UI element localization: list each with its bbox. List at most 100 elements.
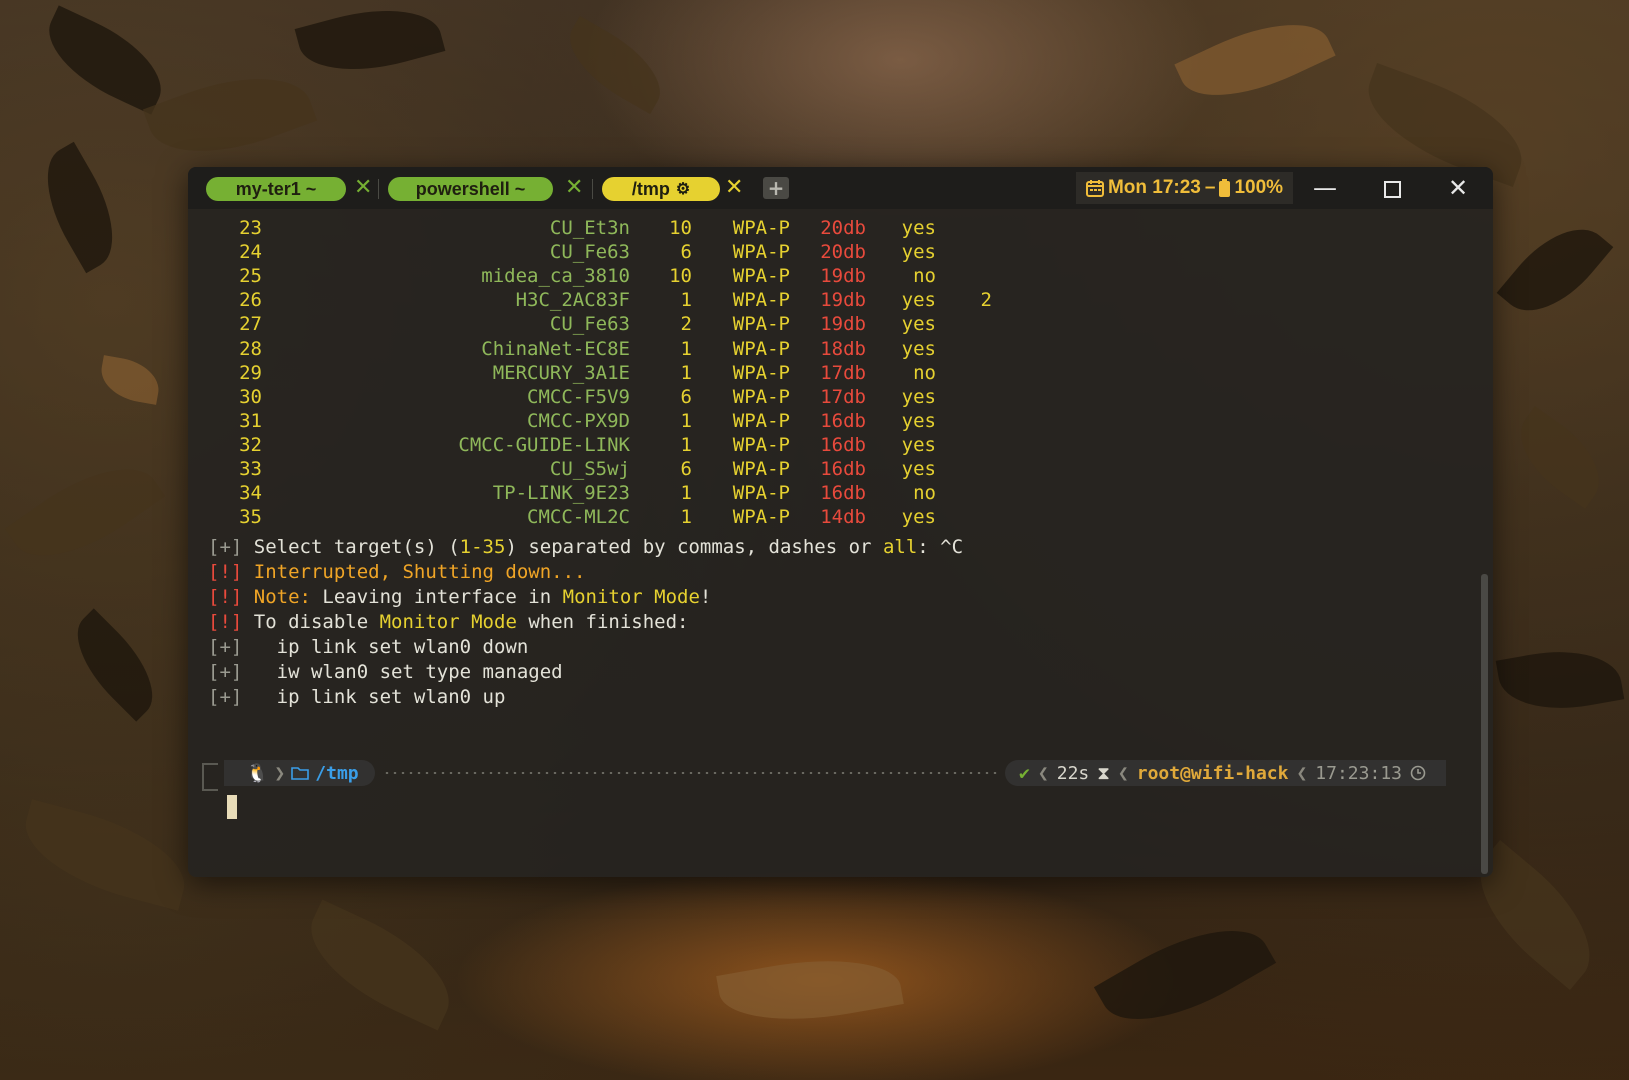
network-row: 28 ChinaNet-EC8E 1 WPA-P 18db yes bbox=[188, 338, 1493, 363]
network-ssid: H3C_2AC83F bbox=[515, 289, 630, 312]
network-number: 35 bbox=[239, 506, 262, 529]
network-number: 33 bbox=[239, 458, 262, 480]
network-number: 26 bbox=[239, 289, 262, 312]
maximize-icon bbox=[1383, 180, 1401, 198]
line-prefix: [!] bbox=[208, 611, 243, 633]
prompt-right-segment: ✔ ❮ 22s ⧗ ❮ root@wifi-hack ❮ 17:23:13 bbox=[1005, 760, 1446, 786]
line-text: Interrupted, Shutting down... bbox=[242, 561, 586, 583]
disable-line: [!] To disable Monitor Mode when finishe… bbox=[208, 611, 688, 633]
network-row: 31 CMCC-PX9D 1 WPA-P 16db yes bbox=[188, 410, 1493, 435]
clock-text: Mon 17:23 bbox=[1107, 177, 1201, 198]
tab-close-icon[interactable]: ✕ bbox=[725, 175, 743, 201]
network-number: 25 bbox=[239, 265, 262, 288]
line-prefix: [+] bbox=[208, 686, 243, 708]
new-tab-button[interactable]: + bbox=[763, 177, 789, 199]
all-keyword: all bbox=[882, 536, 918, 558]
wallpaper-leaf bbox=[1496, 208, 1614, 332]
tab-close-icon[interactable]: ✕ bbox=[565, 175, 583, 201]
tab-tmp[interactable]: /tmp ⚙ bbox=[602, 177, 720, 201]
wallpaper-leaf bbox=[58, 608, 172, 722]
network-row: 29 MERCURY_3A1E 1 WPA-P 17db no bbox=[188, 362, 1493, 387]
wallpaper-leaf bbox=[96, 355, 164, 405]
network-wps: yes bbox=[901, 458, 936, 480]
terminal-scrollbar[interactable] bbox=[1481, 574, 1488, 874]
network-wps: yes bbox=[901, 385, 936, 408]
battery-text: 100% bbox=[1234, 177, 1284, 198]
chevron-right-icon: ❯ bbox=[274, 762, 286, 784]
network-row: 35 CMCC-ML2C 1 WPA-P 14db yes bbox=[188, 506, 1493, 531]
minimize-button[interactable]: — bbox=[1305, 173, 1345, 203]
gear-icon: ⚙ bbox=[675, 181, 691, 198]
tab-close-icon[interactable]: ✕ bbox=[354, 175, 372, 201]
check-icon: ✔ bbox=[1019, 762, 1030, 784]
network-row: 23 CU_Et3n 10 WPA-P 20db yes bbox=[188, 217, 1493, 242]
line-text: when finished: bbox=[516, 611, 689, 633]
wallpaper-leaf bbox=[1503, 406, 1617, 509]
command-text: ip link set wlan0 up bbox=[242, 686, 506, 708]
network-ssid: CMCC-F5V9 bbox=[527, 385, 630, 408]
wallpaper-leaf bbox=[554, 15, 676, 115]
network-ssid: midea_ca_3810 bbox=[481, 265, 630, 288]
wallpaper-leaf bbox=[716, 944, 904, 1036]
network-ssid: CU_S5wj bbox=[549, 458, 630, 480]
terminal-cursor[interactable] bbox=[227, 795, 237, 819]
chevron-left-icon: ❮ bbox=[1037, 762, 1049, 784]
network-ssid: MERCURY_3A1E bbox=[492, 361, 630, 384]
prompt-time: 17:23:13 bbox=[1315, 762, 1402, 784]
close-window-button[interactable]: ✕ bbox=[1438, 173, 1478, 203]
network-ssid: CMCC-ML2C bbox=[527, 506, 630, 529]
interrupted-line: [!] Interrupted, Shutting down... bbox=[208, 561, 586, 583]
network-number: 34 bbox=[239, 482, 262, 505]
range-text: 1-35 bbox=[459, 536, 506, 558]
line-prefix: [+] bbox=[208, 536, 243, 558]
line-prefix: [+] bbox=[208, 661, 243, 683]
network-clients: 2 bbox=[980, 289, 992, 312]
prompt-left-segment: 🐧 ❯ /tmp bbox=[224, 760, 375, 786]
network-row: 33 CU_S5wj 6 WPA-P 16db yes bbox=[188, 458, 1493, 483]
wallpaper-leaf bbox=[294, 0, 446, 88]
network-ssid: CMCC-GUIDE-LINK bbox=[458, 433, 630, 456]
tab-my-ter1[interactable]: my-ter1 ~ bbox=[206, 177, 346, 201]
chevron-left-icon: ❮ bbox=[1117, 762, 1129, 784]
network-row: 25 midea_ca_3810 10 WPA-P 19db no bbox=[188, 265, 1493, 290]
line-text: To disable bbox=[242, 611, 380, 633]
network-wps: no bbox=[913, 361, 936, 384]
folder-icon bbox=[291, 767, 310, 780]
wallpaper-leaf bbox=[4, 442, 166, 583]
maximize-button[interactable] bbox=[1372, 173, 1412, 203]
network-number: 27 bbox=[239, 313, 262, 336]
battery-icon bbox=[1219, 179, 1231, 197]
network-row: 34 TP-LINK_9E23 1 WPA-P 16db no bbox=[188, 482, 1493, 507]
network-wps: yes bbox=[901, 433, 936, 456]
network-wps: yes bbox=[901, 506, 936, 529]
mode-text: Monitor Mode bbox=[562, 586, 700, 608]
linux-penguin-icon: 🐧 bbox=[246, 762, 269, 784]
calendar-icon bbox=[1085, 180, 1104, 197]
command-line: [+] ip link set wlan0 up bbox=[208, 686, 505, 708]
title-bar: my-ter1 ~ ✕ powershell ~ ✕ /tmp ⚙ ✕ + Mo… bbox=[188, 167, 1493, 209]
network-number: 31 bbox=[239, 409, 262, 432]
wallpaper-leaf bbox=[13, 799, 197, 911]
network-wps: no bbox=[913, 265, 936, 288]
terminal-output[interactable]: 23 CU_Et3n 10 WPA-P 20db yes 24 CU_Fe63 6 WPA-P 20… bbox=[188, 209, 1493, 877]
hourglass-icon: ⧗ bbox=[1097, 762, 1110, 784]
tab-label: powershell ~ bbox=[415, 178, 526, 199]
wallpaper-leaf bbox=[142, 54, 318, 176]
network-ssid: CU_Fe63 bbox=[549, 241, 630, 264]
command-text: ip link set wlan0 down bbox=[242, 636, 529, 658]
wallpaper-leaf bbox=[1495, 640, 1625, 720]
command-line: [+] ip link set wlan0 down bbox=[208, 636, 528, 658]
network-ssid: CU_Fe63 bbox=[549, 313, 630, 336]
line-prefix: [+] bbox=[208, 636, 243, 658]
tab-powershell[interactable]: powershell ~ bbox=[388, 177, 553, 201]
network-wps: no bbox=[913, 482, 936, 505]
network-number: 23 bbox=[239, 217, 262, 239]
network-number: 24 bbox=[239, 241, 262, 264]
prompt-filler-dots bbox=[382, 772, 998, 774]
network-wps: yes bbox=[901, 409, 936, 432]
command-line: [+] iw wlan0 set type managed bbox=[208, 661, 563, 683]
mode-text: Monitor Mode bbox=[379, 611, 517, 633]
network-wps: yes bbox=[901, 217, 936, 239]
shell-prompt: 🐧 ❯ /tmp ✔ ❮ 22s ⧗ ❮ root@wifi-hack ❮ 17… bbox=[224, 760, 1446, 786]
wallpaper-leaf bbox=[26, 141, 134, 274]
